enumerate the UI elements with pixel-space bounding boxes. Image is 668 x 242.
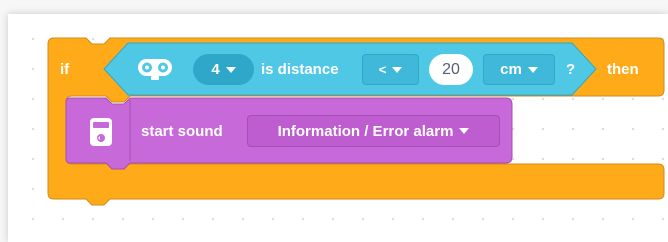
threshold-value: 20 bbox=[442, 60, 460, 78]
operator-dropdown[interactable]: < bbox=[362, 54, 419, 85]
chevron-down-icon bbox=[459, 128, 470, 134]
is-distance-label: is distance bbox=[261, 61, 339, 78]
operator-value: < bbox=[378, 62, 387, 77]
distance-value-input[interactable]: 20 bbox=[429, 54, 473, 85]
chevron-down-icon bbox=[225, 66, 236, 73]
start-sound-label: start sound bbox=[141, 123, 223, 140]
sound-dropdown[interactable]: Information / Error alarm bbox=[247, 115, 500, 147]
chevron-down-icon bbox=[392, 66, 403, 73]
hub-speaker-icon bbox=[90, 118, 112, 146]
unit-value: cm bbox=[500, 61, 522, 78]
help-label: ? bbox=[566, 61, 576, 78]
unit-dropdown[interactable]: cm bbox=[483, 54, 555, 85]
sound-value: Information / Error alarm bbox=[277, 122, 454, 140]
chevron-down-icon bbox=[527, 66, 538, 73]
port-value: 4 bbox=[211, 61, 220, 78]
then-label: then bbox=[607, 61, 639, 78]
port-dropdown[interactable]: 4 bbox=[193, 54, 254, 85]
if-label: if bbox=[60, 61, 70, 78]
